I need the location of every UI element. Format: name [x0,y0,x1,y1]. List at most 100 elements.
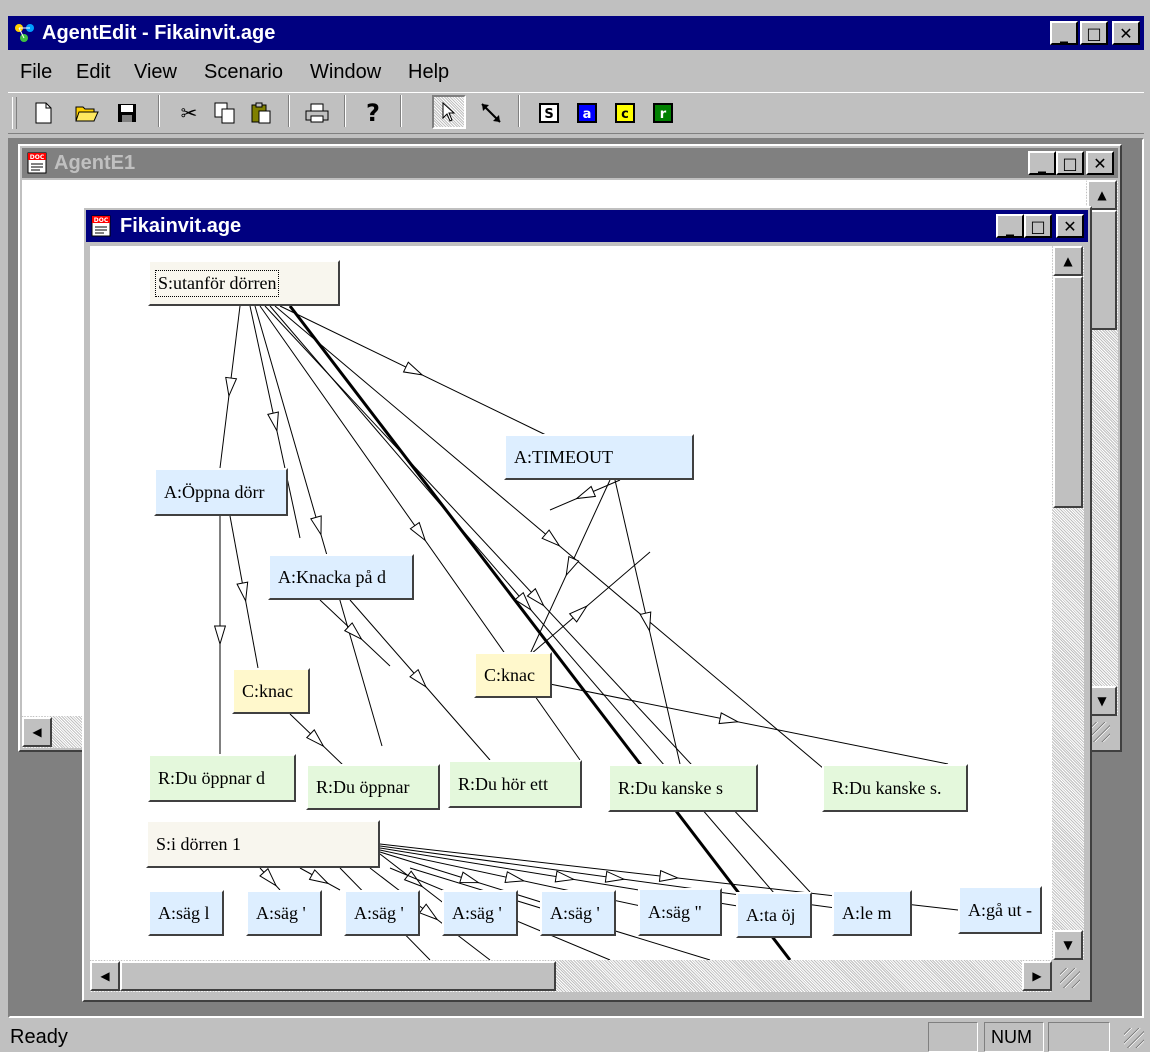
response-node-button[interactable]: r [646,96,680,130]
copy-button[interactable] [208,96,242,130]
state-node-button[interactable]: S [532,96,566,130]
paste-button[interactable] [244,96,278,130]
vertical-scrollbar[interactable]: ▲ ▼ [1052,246,1084,960]
diagram-node-label: R:Du kanske s [618,777,723,798]
diagram-node-action[interactable]: A:gå ut - [958,886,1042,934]
diagram-node-response[interactable]: R:Du kanske s. [822,764,968,812]
diagram-node-action[interactable]: A:säg ' [246,890,322,936]
diagram-node-label: A:Öppna dörr [164,481,265,502]
diagram-node-action[interactable]: A:TIMEOUT [504,434,694,480]
paste-icon [251,102,271,124]
scroll-down-button[interactable]: ▼ [1053,930,1083,960]
action-node-button[interactable]: a [570,96,604,130]
num-indicator: NUM [991,1027,1032,1047]
diagram-node-state[interactable]: S:i dörren 1 [146,820,380,868]
diagram-node-state[interactable]: S:utanför dörren [148,260,340,306]
print-button[interactable] [300,96,334,130]
scroll-thumb[interactable] [1053,276,1083,508]
menu-bar: File Edit View Scenario Window Help [8,55,1144,89]
doc-title-fikainvit: Fikainvit.age [120,215,242,237]
svg-text:a: a [583,107,592,122]
svg-text:DOC: DOC [30,154,45,161]
minimize-button[interactable]: _ [1028,151,1056,175]
size-grip[interactable] [1060,968,1080,988]
scroll-left-button[interactable]: ◀ [90,961,120,991]
diagram-node-action[interactable]: A:säg ' [442,890,518,936]
diagram-node-action[interactable]: A:säg ' [344,890,420,936]
diagram-node-label: R:Du öppnar d [158,767,265,788]
diagram-node-response[interactable]: R:Du öppnar [306,764,440,810]
close-button[interactable]: ✕ [1112,21,1140,45]
size-grip[interactable] [1090,722,1110,742]
help-button[interactable]: ? [356,96,390,130]
doc-icon: DOC [26,151,50,175]
arrow-left-icon: ◀ [32,725,42,739]
diagram-node-response[interactable]: R:Du hör ett [448,760,582,808]
cut-button[interactable]: ✂ [172,96,206,130]
diagram-node-label: C:knac [242,680,293,701]
open-button[interactable] [70,96,104,130]
menu-view[interactable]: View [134,55,177,89]
diagram-canvas[interactable]: S:utanför dörren A:TIMEOUT A:Öppna dörr A:K… [90,246,1052,960]
scroll-left-button[interactable]: ◀ [22,717,52,747]
diagram-node-label: A:säg ' [550,902,600,923]
diagram-node-label: S:utanför dörren [154,269,280,297]
save-button[interactable] [110,96,144,130]
pointer-tool-button[interactable] [432,95,466,129]
diagram-node-action[interactable]: A:säg " [638,888,722,936]
diagram-node-condition[interactable]: C:knac [232,668,310,714]
doc-titlebar-agente1[interactable]: DOC AgentE1 _ □ ✕ [22,148,1118,178]
scroll-up-button[interactable]: ▲ [1053,246,1083,276]
scroll-thumb[interactable] [120,961,556,991]
diagram-node-label: C:knac [484,664,535,685]
diagram-node-label: A:gå ut - [968,899,1032,920]
diagram-node-label: A:TIMEOUT [514,446,613,467]
maximize-icon: □ [1062,153,1078,173]
app-titlebar[interactable]: AgentEdit - Fikainvit.age _ □ ✕ [8,16,1144,50]
svg-text:S: S [544,107,553,122]
maximize-button[interactable]: □ [1080,21,1108,45]
close-button[interactable]: ✕ [1086,151,1114,175]
diagram-node-action[interactable]: A:ta öj [736,892,812,938]
scroll-right-button[interactable]: ▶ [1022,961,1052,991]
svg-text:DOC: DOC [94,217,109,224]
diagram-node-response[interactable]: R:Du kanske s [608,764,758,812]
doc-titlebar-fikainvit[interactable]: DOC Fikainvit.age _ □ ✕ [86,210,1088,242]
minimize-button[interactable]: _ [996,214,1024,238]
diagram-node-action[interactable]: A:le m [832,890,912,936]
menu-edit[interactable]: Edit [76,55,110,89]
minimize-button[interactable]: _ [1050,21,1078,45]
app-icon [14,22,36,44]
diagram-node-action[interactable]: A:Knacka på d [268,554,414,600]
mdi-client: DOC AgentE1 _ □ ✕ ▲ ▼ ◀ DOC Fikainvit.ag… [8,138,1144,1018]
diagram-node-label: A:säg " [648,901,702,922]
horizontal-scrollbar[interactable]: ◀ ▶ [90,960,1052,992]
diagram-node-response[interactable]: R:Du öppnar d [148,754,296,802]
diagram-node-action[interactable]: A:säg l [148,890,224,936]
new-document-button[interactable] [26,96,60,130]
menu-help[interactable]: Help [408,55,449,89]
arrow-right-icon: ▶ [1032,969,1042,983]
menu-scenario[interactable]: Scenario [204,55,283,89]
svg-text:c: c [621,107,629,122]
minimize-icon: _ [1006,216,1014,236]
new-document-icon [35,102,52,124]
arrow-down-icon: ▼ [1063,938,1073,952]
menu-window[interactable]: Window [310,55,381,89]
diagram-node-action[interactable]: A:Öppna dörr [154,468,288,516]
minimize-icon: _ [1038,153,1046,173]
size-grip[interactable] [1124,1028,1144,1048]
arrow-up-icon: ▲ [1063,254,1073,268]
menu-file[interactable]: File [20,55,52,89]
condition-node-button[interactable]: c [608,96,642,130]
diagram-node-action[interactable]: A:säg ' [540,890,616,936]
connect-tool-button[interactable] [474,96,508,130]
action-node-icon: a [577,103,597,123]
diagram-node-condition[interactable]: C:knac [474,652,552,698]
maximize-button[interactable]: □ [1056,151,1084,175]
svg-text:r: r [660,107,667,122]
close-button[interactable]: ✕ [1056,214,1084,238]
main-window: AgentEdit - Fikainvit.age _ □ ✕ File Edi… [0,0,1150,1052]
state-node-icon: S [539,103,559,123]
maximize-button[interactable]: □ [1024,214,1052,238]
